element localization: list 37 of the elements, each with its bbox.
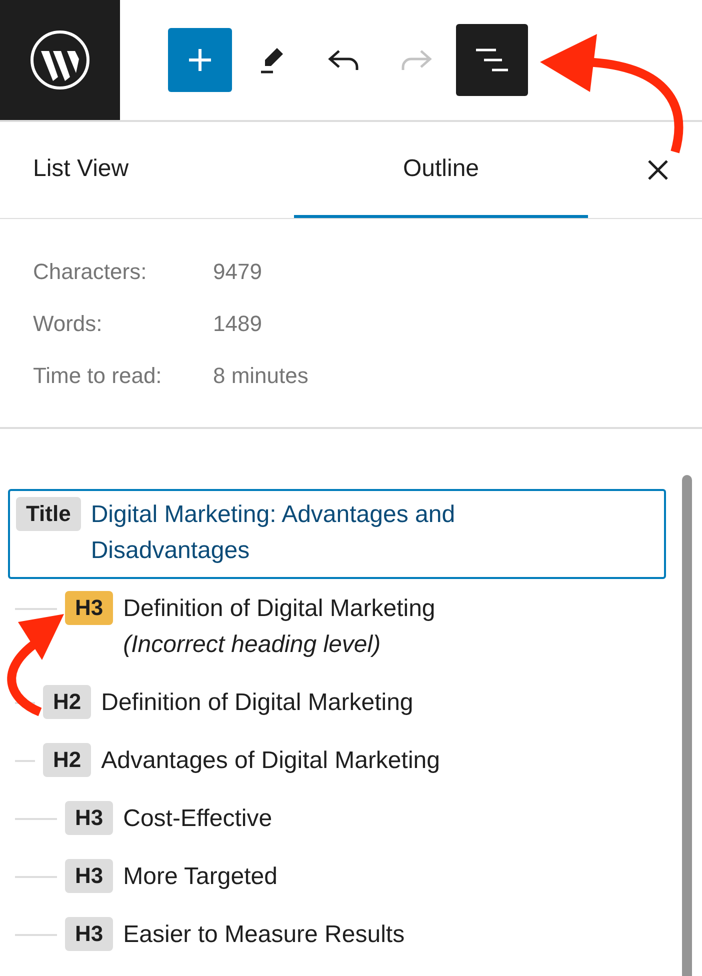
- panel-tab[interactable]: List View: [0, 122, 294, 218]
- heading-level-badge: H3: [65, 917, 114, 951]
- heading-text: More Targeted: [123, 862, 278, 892]
- add-button[interactable]: [168, 28, 232, 92]
- close-button[interactable]: [646, 158, 670, 182]
- heading-level-badge: H3: [65, 859, 114, 893]
- heading-text: Digital Marketing: Advantages and Disadvantages: [90, 500, 456, 566]
- heading-item[interactable]: H2 Advantages of Digital Marketing: [8, 743, 666, 779]
- stat-label: Time to read:: [33, 363, 163, 389]
- heading-item[interactable]: H3 Easier to Measure Results: [8, 917, 666, 953]
- heading-text: Definition of Digital Marketing: [123, 594, 436, 624]
- scrollbar[interactable]: [682, 475, 692, 976]
- heading-level-badge: H3: [65, 591, 114, 625]
- heading-item[interactable]: H2 Definition of Digital Marketing: [8, 685, 666, 721]
- heading-level-badge: Title: [16, 497, 81, 531]
- undo-icon: [327, 48, 361, 72]
- panel-tab[interactable]: Outline: [294, 122, 588, 218]
- heading-text: Advantages of Digital Marketing: [101, 746, 440, 776]
- stat-label: Words:: [33, 311, 104, 337]
- heading-level-badge: H2: [43, 685, 92, 719]
- warning-note: (Incorrect heading level): [123, 630, 382, 660]
- title-item[interactable]: Title Digital Marketing: Advantages and Disadvantages: [8, 489, 666, 579]
- heading-text: Cost-Effective: [123, 804, 272, 834]
- heading-level-badge: H3: [65, 801, 114, 835]
- heading-item[interactable]: H3 More Targeted: [8, 859, 666, 895]
- outline-button[interactable]: [456, 24, 528, 96]
- stat-label: Characters:: [33, 259, 148, 285]
- heading-text: Easier to Measure Results: [123, 920, 405, 950]
- stat-value: 1489: [213, 311, 263, 337]
- stat-value: 8 minutes: [213, 363, 310, 389]
- heading-item[interactable]: H3 Cost-Effective: [8, 801, 666, 837]
- heading-text: Definition of Digital Marketing: [101, 688, 414, 718]
- redo-icon: [399, 48, 433, 72]
- plus-icon: [186, 46, 214, 74]
- stat-value: 9479: [213, 259, 263, 285]
- heading-level-badge: H2: [43, 743, 92, 777]
- wordpress-logo-icon[interactable]: [29, 29, 91, 91]
